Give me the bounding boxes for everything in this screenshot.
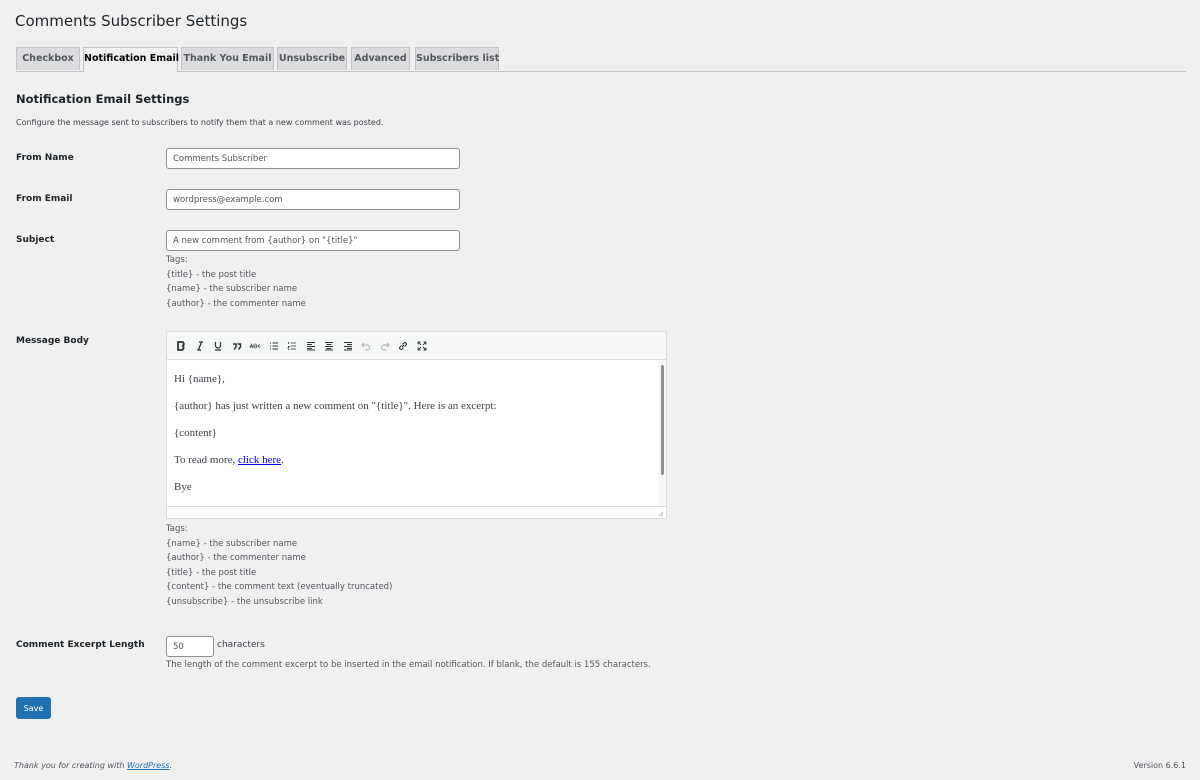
link-icon[interactable] [395, 338, 411, 354]
tag-item: {author} - the commenter name [166, 553, 306, 563]
align-left-icon[interactable] [303, 338, 319, 354]
editor-statusbar [167, 506, 666, 518]
footer-version: Version 6.6.1 [1133, 761, 1186, 770]
tag-item: {unsubscribe} - the unsubscribe link [166, 596, 323, 607]
read-more-suffix: . [281, 454, 284, 466]
tag-item: {title} - the post title [166, 567, 257, 578]
editor-content-area[interactable]: Hi {name}, {author} has just written a n… [167, 360, 658, 506]
tag-item: {author} - the commenter name [166, 298, 306, 309]
bold-icon[interactable] [173, 338, 189, 354]
from-email-label: From Email [16, 194, 73, 204]
tag-item: {title} - the post title [166, 269, 257, 280]
save-button[interactable]: Save [16, 697, 51, 719]
subject-tags-list: Tags: {title} - the post title {name} - … [166, 253, 306, 311]
section-description: Configure the message sent to subscriber… [16, 118, 384, 127]
align-right-icon[interactable] [340, 338, 356, 354]
footer-thanks: Thank you for creating with WordPress. [14, 761, 172, 770]
underline-icon[interactable] [210, 338, 226, 354]
message-read-more: To read more, click here. [174, 453, 651, 467]
excerpt-length-help: The length of the comment excerpt to be … [166, 660, 651, 670]
tag-item: {content} - the comment text (eventually… [166, 582, 393, 592]
section-title: Notification Email Settings [16, 92, 190, 106]
bulleted-list-icon[interactable] [266, 338, 282, 354]
from-email-input[interactable] [166, 189, 460, 210]
tab-thank-you-email[interactable]: Thank You Email [181, 47, 274, 70]
excerpt-length-input[interactable] [166, 636, 214, 657]
tag-item: {name} - the subscriber name [166, 284, 298, 294]
blockquote-icon[interactable] [229, 338, 245, 354]
subject-label: Subject [16, 235, 55, 245]
message-tags-list: Tags: {name} - the subscriber name {auth… [166, 522, 392, 609]
from-name-label: From Name [16, 153, 74, 163]
undo-icon[interactable] [358, 338, 374, 354]
resize-handle-icon[interactable] [657, 510, 664, 517]
page-title: Comments Subscriber Settings [15, 12, 248, 30]
message-line: {content} [174, 427, 217, 439]
excerpt-length-label: Comment Excerpt Length [16, 640, 145, 650]
read-more-text: To read more, [174, 454, 238, 466]
italic-icon[interactable] [192, 338, 208, 354]
tags-heading: Tags: [166, 255, 188, 265]
footer-thanks-suffix: . [169, 761, 173, 770]
editor-scrollbar[interactable] [661, 365, 664, 475]
click-here-link[interactable]: click here [238, 454, 281, 466]
tab-subscribers-list[interactable]: Subscribers list [415, 47, 499, 70]
wordpress-link[interactable]: WordPress [127, 761, 170, 770]
message-signoff: Bye [174, 481, 192, 493]
fullscreen-icon[interactable] [414, 338, 430, 354]
tab-notification-email[interactable]: Notification Email [83, 47, 179, 72]
tab-advanced[interactable]: Advanced [351, 47, 410, 70]
footer-thanks-prefix: Thank you for creating with [14, 761, 127, 770]
numbered-list-icon[interactable] [284, 338, 300, 354]
settings-tabs: Checkbox Notification Email Thank You Em… [16, 47, 1186, 72]
from-name-input[interactable] [166, 148, 460, 169]
message-greeting: Hi {name}, [174, 373, 225, 385]
subject-input[interactable] [166, 230, 460, 251]
tab-unsubscribe[interactable]: Unsubscribe [277, 47, 347, 70]
message-line: {author} has just written a new comment … [174, 400, 497, 412]
tag-item: {name} - the subscriber name [166, 538, 298, 549]
message-body-label: Message Body [16, 336, 89, 346]
tags-heading: Tags: [166, 524, 188, 534]
redo-icon[interactable] [377, 338, 393, 354]
align-center-icon[interactable] [321, 338, 337, 354]
tab-checkbox[interactable]: Checkbox [16, 47, 80, 70]
excerpt-length-unit: characters [217, 640, 265, 650]
message-body-editor: Hi {name}, {author} has just written a n… [166, 331, 667, 519]
strikethrough-icon[interactable] [247, 338, 263, 354]
editor-toolbar [167, 332, 666, 360]
